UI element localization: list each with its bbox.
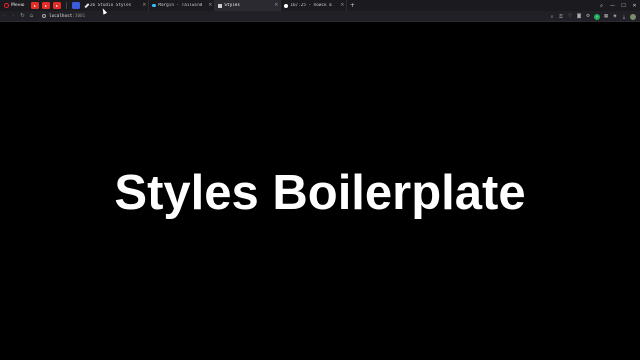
extensions-icon[interactable]: ▦: [603, 14, 609, 20]
gear-icon[interactable]: ⚙: [585, 14, 591, 20]
browser-menu-button[interactable]: Меню: [0, 0, 28, 11]
close-icon[interactable]: ×: [340, 2, 344, 8]
maximize-icon[interactable]: ☐: [618, 0, 629, 11]
youtube-pinned-tab-icon[interactable]: [42, 2, 51, 9]
close-icon[interactable]: ×: [274, 2, 278, 8]
camera-icon[interactable]: ◙: [576, 14, 582, 20]
key-icon[interactable]: ⚿: [558, 14, 564, 20]
reload-button[interactable]: ↻: [18, 11, 27, 22]
close-icon[interactable]: ×: [208, 2, 212, 8]
window-controls: ⌕ — ☐ ✕: [596, 0, 640, 11]
document-icon: [218, 3, 223, 8]
new-tab-button[interactable]: +: [347, 0, 357, 11]
close-icon[interactable]: ×: [142, 2, 146, 8]
url-field[interactable]: localhost:3001: [42, 12, 85, 20]
tab-title: Margin - Tailwind: [158, 3, 203, 8]
vpn-icon[interactable]: ✓: [594, 13, 600, 20]
page-viewport: Styles Boilerplate: [0, 23, 640, 360]
pencil-icon: [84, 3, 90, 8]
tab-title: 26 Studio Styles: [89, 3, 132, 8]
tab-title: Styles: [224, 3, 240, 8]
page-heading: Styles Boilerplate: [114, 166, 526, 220]
youtube-pinned-tab-icon[interactable]: [31, 2, 40, 9]
search-icon[interactable]: ⌕: [549, 14, 555, 20]
download-icon[interactable]: ⤓: [621, 14, 627, 20]
back-button[interactable]: ‹: [0, 11, 9, 22]
site-info-icon[interactable]: [42, 14, 46, 18]
address-bar: ‹ › ↻ ⌂ localhost:3001 ⌕ ⚿ ♡ ◙ ⚙ ✓ ▦ ◈ ⤓: [0, 11, 640, 22]
pinned-separator: [66, 2, 68, 9]
url-host: localhost: [49, 13, 73, 19]
forward-button[interactable]: ›: [9, 11, 18, 22]
opera-logo-icon: [4, 3, 9, 8]
bookmark-icon[interactable]: ♡: [567, 14, 573, 20]
menu-label: Меню: [11, 3, 25, 8]
shield-icon[interactable]: ◈: [612, 14, 618, 20]
toolbar-extensions: ⌕ ⚿ ♡ ◙ ⚙ ✓ ▦ ◈ ⤓: [549, 11, 636, 22]
url-port: :3001: [72, 13, 86, 19]
tab-title: 16/.25 - Поиск в: [290, 3, 332, 8]
tab-strip: Меню 26 Studio Styles × Margin - Tailwin…: [0, 0, 640, 11]
blue-pinned-tab-icon[interactable]: [72, 2, 81, 9]
tab-studio-styles[interactable]: 26 Studio Styles ×: [83, 0, 150, 11]
tab-margin-tailwind[interactable]: Margin - Tailwind ×: [149, 0, 216, 11]
close-window-icon[interactable]: ✕: [629, 0, 640, 11]
avatar[interactable]: [630, 13, 636, 20]
minimize-icon[interactable]: —: [607, 0, 618, 11]
search-tabs-icon[interactable]: ⌕: [596, 0, 607, 11]
home-button[interactable]: ⌂: [27, 11, 36, 22]
tab-search[interactable]: 16/.25 - Поиск в ×: [281, 0, 348, 11]
pinned-tabs: [28, 0, 83, 11]
tab-styles[interactable]: Styles ×: [215, 0, 282, 11]
globe-icon: [284, 3, 289, 8]
tailwind-icon: [152, 4, 157, 7]
youtube-pinned-tab-icon[interactable]: [53, 2, 62, 9]
